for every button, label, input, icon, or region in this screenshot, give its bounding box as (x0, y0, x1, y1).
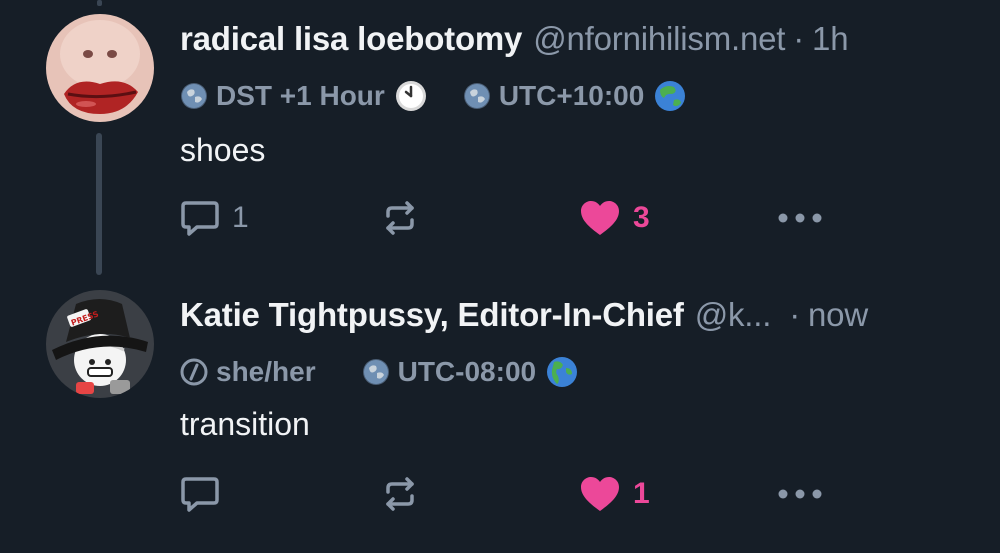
reply-button[interactable] (180, 472, 232, 516)
meta-text: UTC-08:00 (397, 356, 537, 387)
avatar[interactable] (46, 14, 154, 122)
ellipsis-icon (778, 213, 822, 223)
reply-button[interactable]: 1 (180, 196, 249, 240)
pronoun-icon (180, 358, 208, 386)
handle[interactable]: @nfornihilism.net (533, 20, 785, 58)
earth-americas-emoji-icon (547, 357, 578, 387)
ellipsis-icon (778, 489, 822, 499)
avatar[interactable]: PRESS (46, 290, 154, 398)
post-text: shoes (180, 132, 266, 168)
more-options-button[interactable] (777, 472, 823, 516)
thread-line (96, 133, 102, 275)
meta-text: she/her (216, 356, 316, 387)
post-header: radical lisa loebotomy @nfornihilism.net… (180, 20, 849, 64)
globe-icon (181, 83, 207, 109)
post-actions: 1 3 (180, 196, 840, 240)
profile-meta: DST +1 Hour UTC+10:00 (180, 76, 722, 116)
globe-icon (463, 83, 490, 109)
like-count: 3 (633, 201, 650, 234)
separator-dot: · (793, 20, 805, 57)
repost-button[interactable] (380, 196, 420, 240)
lips-avatar-icon (46, 14, 154, 122)
meta-dst: DST +1 Hour (180, 80, 427, 112)
globe-icon (362, 359, 389, 385)
reply-icon (181, 201, 219, 236)
separator-dot: · (789, 296, 801, 333)
more-options-button[interactable] (777, 196, 823, 240)
reply-count: 1 (232, 201, 249, 234)
repost-button[interactable] (380, 472, 420, 516)
display-name[interactable]: radical lisa loebotomy (180, 20, 522, 58)
heart-filled-icon (581, 201, 619, 235)
earth-asia-emoji-icon (655, 81, 686, 111)
press-hat-avatar-icon: PRESS (46, 290, 154, 398)
post[interactable]: radical lisa loebotomy @nfornihilism.net… (0, 0, 1000, 276)
handle[interactable]: @k... (695, 296, 772, 334)
meta-timezone: UTC+10:00 (463, 80, 687, 112)
like-button[interactable]: 3 (579, 196, 650, 240)
meta-text: DST +1 Hour (216, 80, 385, 111)
repost-icon (386, 201, 414, 235)
post[interactable]: PRESS Katie Tightpussy, Editor-In-Chief … (0, 280, 1000, 553)
profile-meta: she/her UTC-08:00 (180, 352, 614, 392)
like-button[interactable]: 1 (579, 472, 650, 516)
timestamp[interactable]: now (808, 296, 868, 334)
post-actions: 1 (180, 472, 840, 516)
timestamp[interactable]: 1h (812, 20, 849, 58)
heart-filled-icon (581, 477, 619, 511)
post-text: transition (180, 406, 310, 442)
meta-timezone: UTC-08:00 (362, 356, 578, 388)
clock-emoji-icon (395, 81, 426, 111)
reply-icon (181, 477, 219, 512)
meta-pronouns: she/her (180, 356, 326, 388)
post-header: Katie Tightpussy, Editor-In-Chief @k... … (180, 296, 868, 340)
like-count: 1 (633, 477, 650, 510)
meta-text: UTC+10:00 (498, 80, 645, 111)
display-name[interactable]: Katie Tightpussy, Editor-In-Chief (180, 296, 684, 334)
repost-icon (386, 477, 414, 511)
